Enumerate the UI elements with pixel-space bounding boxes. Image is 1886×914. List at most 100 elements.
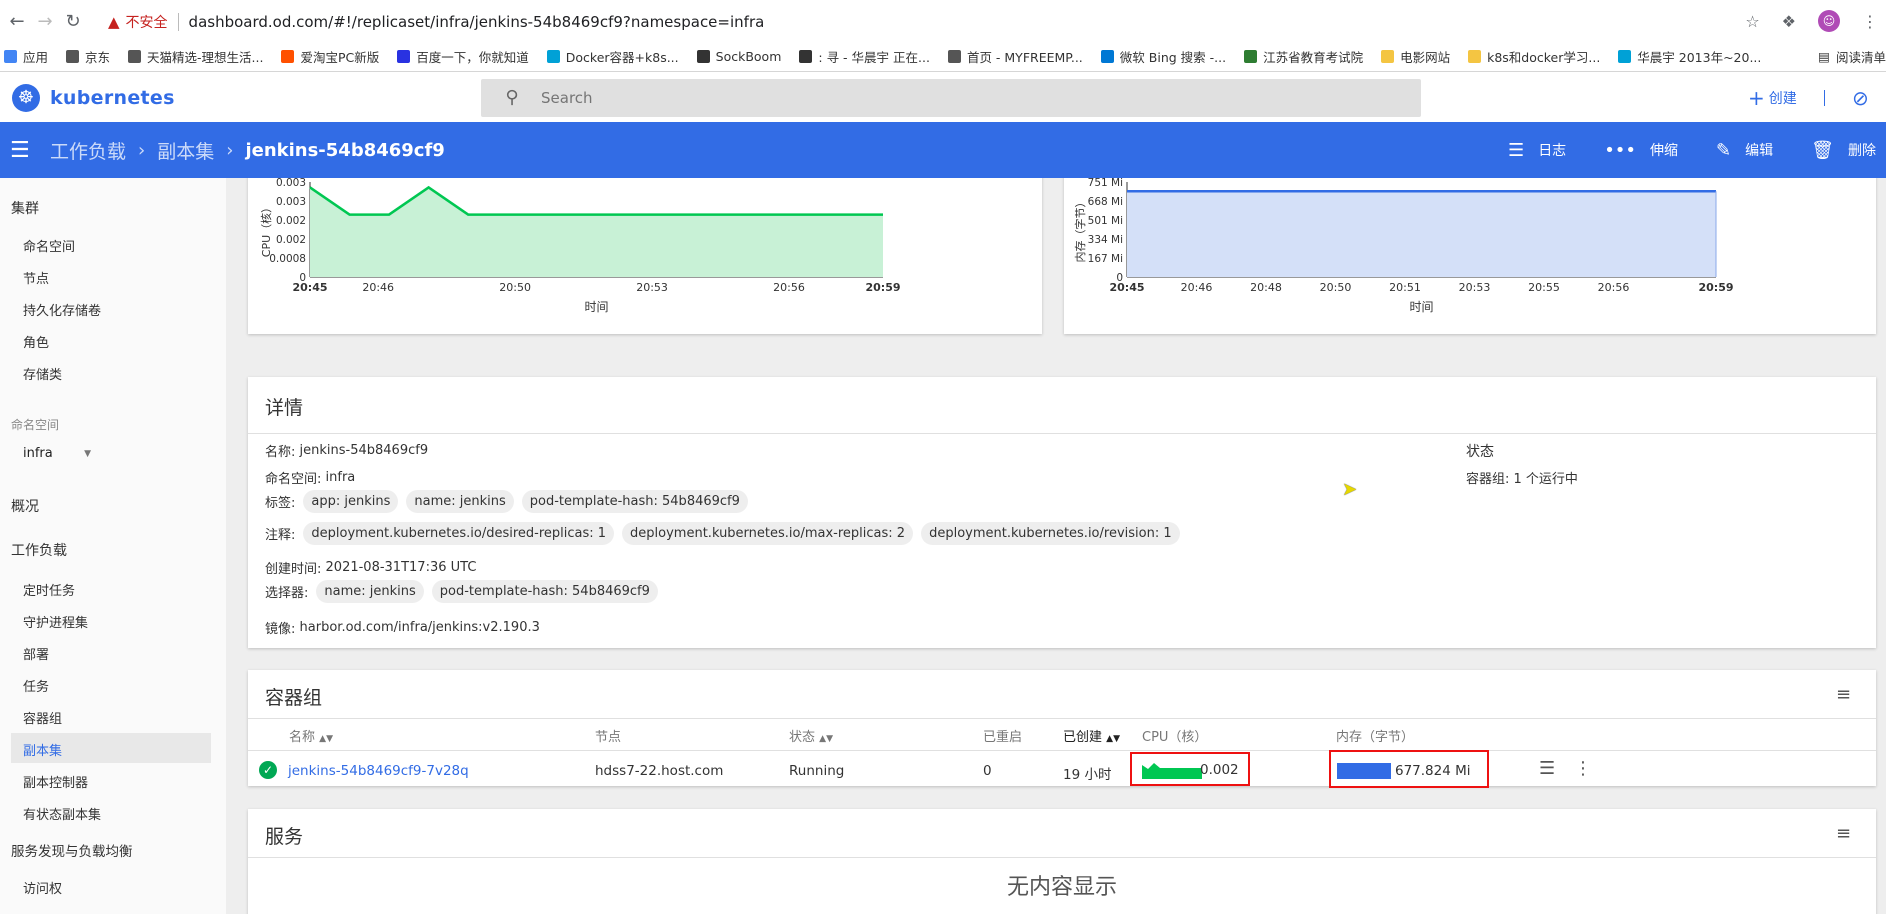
- sidebar-item-replicasets[interactable]: 副本集: [0, 740, 62, 759]
- column-header-age[interactable]: 已创建 ▲▼: [1063, 726, 1120, 745]
- breadcrumb-replicasets[interactable]: 副本集: [157, 137, 214, 164]
- profile-avatar[interactable]: ☺: [1818, 10, 1840, 32]
- sidebar-item-statefulsets[interactable]: 有状态副本集: [0, 804, 101, 823]
- namespace-select[interactable]: infra ▼: [23, 446, 91, 461]
- search-box[interactable]: ⚲: [481, 79, 1421, 117]
- filter-icon[interactable]: ≡: [1836, 684, 1851, 705]
- bookmark-item[interactable]: SockBoom: [696, 48, 782, 64]
- sidebar-item-daemonsets[interactable]: 守护进程集: [0, 612, 88, 631]
- create-button[interactable]: + 创建: [1748, 86, 1797, 110]
- trash-icon: 🗑: [1811, 139, 1834, 161]
- bookmark-item[interactable]: 爱淘宝PC新版: [281, 47, 379, 66]
- services-card: 服务 ≡ 无内容显示: [248, 809, 1876, 914]
- bookmark-icon: [4, 49, 17, 63]
- bookmark-label: Docker容器+k8s...: [565, 49, 679, 65]
- bookmark-icon: [1244, 49, 1258, 63]
- sidebar-overview[interactable]: 概况: [0, 496, 39, 516]
- helm-wheel-icon: ☸: [12, 84, 40, 112]
- bookmark-item[interactable]: 百度一下，你就知道: [397, 47, 529, 66]
- bookmark-icon: [947, 49, 961, 63]
- pod-cpu: 0.002: [1200, 762, 1239, 778]
- column-header-status[interactable]: 状态 ▲▼: [789, 726, 833, 745]
- bookmark-item[interactable]: 江苏省教育考试院: [1244, 47, 1363, 66]
- pod-restarts: 0: [983, 763, 992, 779]
- scale-button[interactable]: ••• 伸缩: [1604, 140, 1678, 161]
- series-area: [1127, 191, 1716, 277]
- sidebar-item-roles[interactable]: 角色: [0, 332, 49, 351]
- mouse-cursor-icon: ➤: [1342, 479, 1358, 500]
- sidebar-workloads[interactable]: 工作负载: [0, 540, 67, 560]
- bookmark-label: : 寻 - 华晨宇 正在...: [818, 49, 930, 65]
- forward-icon[interactable]: →: [34, 11, 56, 33]
- sidebar-item-nodes[interactable]: 节点: [0, 268, 49, 287]
- sidebar-item-namespaces[interactable]: 命名空间: [0, 236, 75, 255]
- empty-message: 无内容显示: [1006, 875, 1117, 900]
- bookmark-item[interactable]: 京东: [66, 47, 110, 66]
- bookmark-item[interactable]: k8s和docker学习...: [1468, 47, 1600, 66]
- bookmark-item[interactable]: 电影网站: [1381, 47, 1450, 66]
- sidebar-item-deployments[interactable]: 部署: [0, 644, 49, 663]
- more-vert-icon[interactable]: ⋮: [1574, 758, 1592, 779]
- annotation-chip: deployment.kubernetes.io/revision: 1: [921, 522, 1180, 545]
- sidebar-cluster[interactable]: 集群: [0, 198, 39, 218]
- kubernetes-logo[interactable]: ☸ kubernetes: [12, 84, 175, 112]
- y-axis-title: 内存（字节）: [1073, 197, 1087, 263]
- breadcrumb-workloads[interactable]: 工作负载: [50, 137, 126, 164]
- bookmark-item[interactable]: : 寻 - 华晨宇 正在...: [799, 47, 930, 66]
- reload-icon[interactable]: ↻: [62, 11, 84, 33]
- filter-icon[interactable]: ≡: [1836, 823, 1851, 844]
- header-name-label: 名称: [289, 730, 316, 745]
- delete-button[interactable]: 🗑 删除: [1811, 140, 1876, 161]
- y-tick-label: 668 Mi: [1088, 196, 1123, 208]
- selector-chip: pod-template-hash: 54b8469cf9: [431, 580, 658, 603]
- bookmark-label: SockBoom: [715, 48, 782, 64]
- sidebar-item-persistent-volumes[interactable]: 持久化存储卷: [0, 300, 101, 319]
- sidebar-item-ingresses[interactable]: 访问权: [0, 878, 62, 897]
- edit-button[interactable]: ✎ 编辑: [1716, 140, 1773, 161]
- bookmark-item[interactable]: 微软 Bing 搜索 -...: [1100, 47, 1226, 66]
- edit-label: 编辑: [1745, 143, 1774, 159]
- cpu-sparkline: [1142, 763, 1202, 779]
- header-status-label: 状态: [789, 730, 816, 745]
- bookmark-label: 首页 - MYFREEMP...: [966, 49, 1083, 65]
- sidebar-item-replication-controllers[interactable]: 副本控制器: [0, 772, 88, 791]
- reading-list[interactable]: ▤ 阅读清单: [1812, 46, 1886, 66]
- created-label: 创建时间:: [265, 562, 322, 577]
- bookmark-item[interactable]: Docker容器+k8s...: [546, 47, 679, 66]
- star-icon[interactable]: ☆: [1745, 12, 1759, 31]
- main-content: 0.003 0.003 0.002 0.002 0.0008 0 20:45 20:46 20:…: [226, 178, 1886, 914]
- y-tick-label: 0.002: [276, 215, 306, 227]
- column-header-name[interactable]: 名称 ▲▼: [289, 726, 333, 745]
- pod-name-link[interactable]: jenkins-54b8469cf9-7v28q: [288, 763, 469, 779]
- address-bar[interactable]: dashboard.od.com/#!/replicaset/infra/jen…: [189, 13, 765, 31]
- back-icon[interactable]: ←: [6, 11, 28, 33]
- created-value: 2021-08-31T17:36 UTC: [325, 560, 477, 575]
- divider: [248, 433, 1876, 434]
- logs-button[interactable]: ☰ 日志: [1508, 140, 1566, 161]
- namespace-section-label: 命名空间: [11, 418, 60, 432]
- bookmark-item[interactable]: 华晨宇 2013年~20...: [1618, 47, 1761, 66]
- logs-icon[interactable]: ☰: [1539, 758, 1555, 779]
- sidebar-discovery[interactable]: 服务发现与负载均衡: [0, 840, 133, 860]
- column-header-node: 节点: [595, 730, 622, 745]
- scale-label: 伸缩: [1650, 143, 1679, 159]
- menu-icon[interactable]: ☰: [10, 138, 36, 163]
- search-input[interactable]: [541, 89, 1341, 107]
- eye-off-icon[interactable]: ⊘: [1852, 86, 1869, 110]
- sidebar-item-pods[interactable]: 容器组: [0, 708, 62, 727]
- bookmark-item[interactable]: 首页 - MYFREEMP...: [947, 47, 1083, 66]
- pods-card: 容器组 ≡ 名称 ▲▼ 节点 状态 ▲▼ 已重启 已创建 ▲▼ CPU（核） 内…: [248, 670, 1876, 788]
- more-icon[interactable]: ⋮: [1862, 12, 1878, 31]
- bookmark-icon: [1468, 49, 1482, 63]
- sidebar: 集群 命名空间 节点 持久化存储卷 角色 存储类 命名空间 infra ▼ 概况…: [0, 178, 226, 914]
- bookmark-label: 爱淘宝PC新版: [300, 49, 380, 65]
- sidebar-item-cronjobs[interactable]: 定时任务: [0, 580, 75, 599]
- extensions-icon[interactable]: ❖: [1782, 12, 1796, 31]
- bookmark-item[interactable]: 应用: [4, 47, 48, 66]
- y-tick-label: 751 Mi: [1088, 178, 1123, 189]
- sidebar-item-storage-classes[interactable]: 存储类: [0, 364, 62, 383]
- bookmark-item[interactable]: 天猫精选-理想生活...: [128, 47, 263, 66]
- sidebar-item-jobs[interactable]: 任务: [0, 676, 49, 695]
- chevron-right-icon: ›: [138, 139, 146, 161]
- insecure-badge[interactable]: ▲ 不安全: [108, 12, 168, 32]
